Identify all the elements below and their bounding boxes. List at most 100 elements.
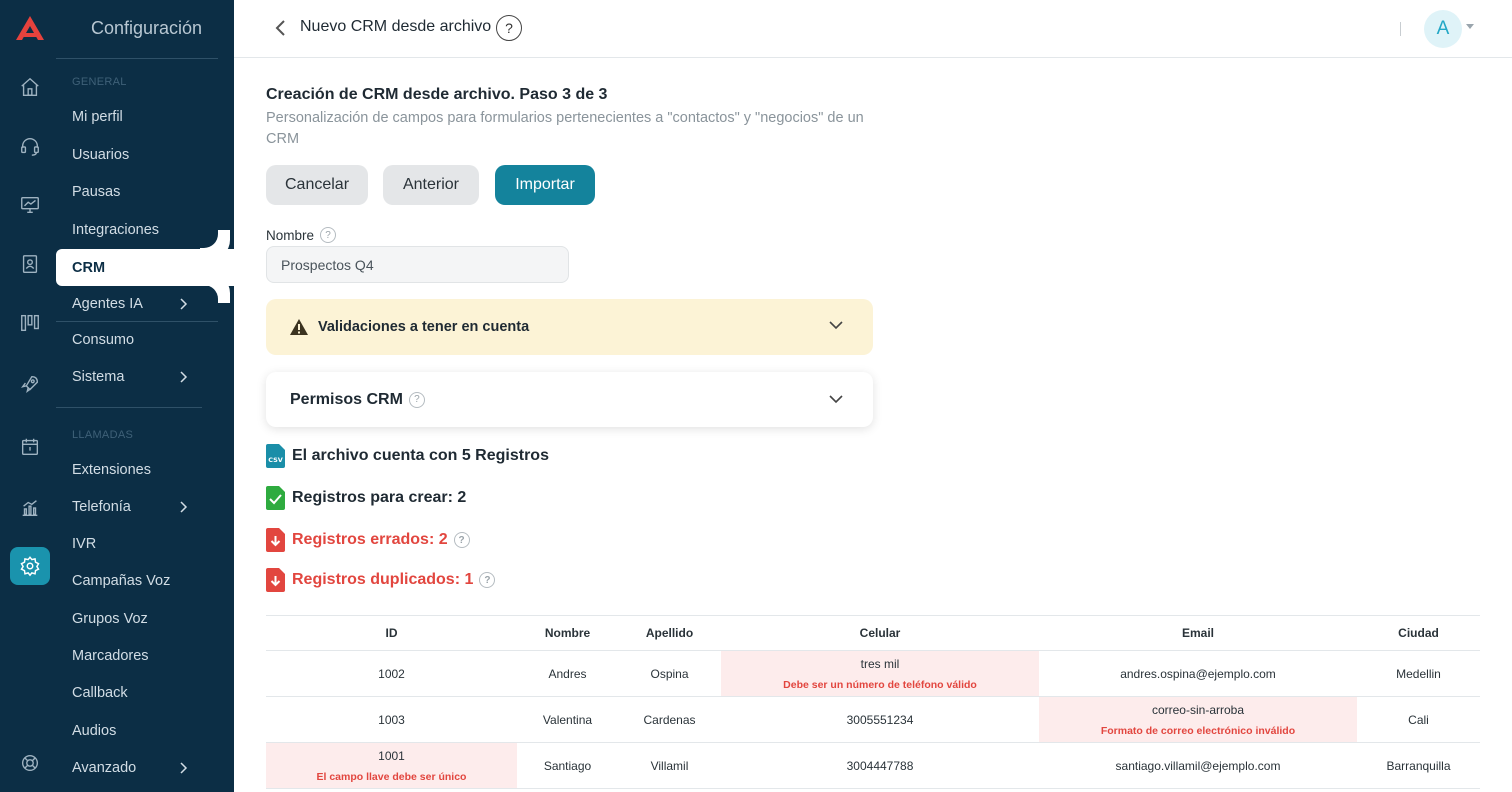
cell-error-message: Debe ser un número de teléfono válido [783, 678, 977, 691]
nav-item-consumo[interactable]: Consumo [56, 323, 218, 357]
nav-section-general: GENERAL [72, 76, 127, 88]
records-table: ID Nombre Apellido Celular Email Ciudad … [266, 615, 1480, 789]
nav-item-avanzado[interactable]: Avanzado [56, 751, 218, 785]
file-download-error-icon [266, 528, 285, 552]
nav-item-usuarios[interactable]: Usuarios [56, 138, 218, 172]
column-header: Celular [721, 615, 1039, 651]
table-row: 1001 El campo llave debe ser único Santi… [266, 742, 1480, 789]
validations-accordion[interactable]: Validaciones a tener en cuenta [266, 299, 873, 355]
help-lifebuoy-icon[interactable] [10, 744, 50, 782]
nav-item-label: Grupos Voz [72, 611, 148, 627]
app-logo-icon[interactable] [14, 14, 46, 42]
help-icon[interactable]: ? [479, 572, 496, 588]
nav-item-label: Callback [72, 685, 128, 701]
nav-item-campanas-voz[interactable]: Campañas Voz [56, 564, 218, 598]
chevron-right-icon [180, 501, 188, 513]
cell-error-message: Formato de correo electrónico inválido [1100, 724, 1296, 737]
step-title: Creación de CRM desde archivo. Paso 3 de… [266, 86, 608, 103]
stat-duplicates: Registros duplicados: 1 ? [266, 568, 496, 592]
settings-icon[interactable] [10, 547, 50, 585]
nav-item-integraciones[interactable]: Integraciones [56, 213, 218, 247]
table-row: 1003 Valentina Cardenas 3005551234 corre… [266, 696, 1480, 743]
nav-item-crm[interactable]: CRM [56, 249, 234, 286]
permissions-accordion[interactable]: Permisos CRM ? [266, 372, 873, 427]
top-header: Nuevo CRM desde archivo ? A [234, 0, 1512, 58]
nav-item-mi-perfil[interactable]: Mi perfil [56, 100, 218, 134]
column-header: Nombre [517, 615, 618, 651]
chevron-down-icon [829, 321, 843, 330]
caret-down-icon[interactable] [1466, 24, 1474, 29]
nav-item-label: Agentes IA [72, 296, 143, 312]
crm-name-input[interactable] [266, 246, 569, 283]
nav-item-label: Campañas Voz [72, 573, 171, 589]
table-row: 1002 Andres Ospina tres mil Debe ser un … [266, 650, 1480, 697]
nav-item-label: Pausas [72, 184, 121, 200]
cell-nombre: Andres [517, 650, 618, 697]
chevron-right-icon [180, 762, 188, 774]
nav-divider [56, 407, 202, 408]
nav-item-callback[interactable]: Callback [56, 676, 218, 710]
nav-item-marcadores[interactable]: Marcadores [56, 639, 218, 673]
icon-rail [0, 0, 60, 792]
cell-nombre: Santiago [517, 742, 618, 789]
home-icon[interactable] [10, 68, 50, 106]
stat-errors-text: Registros errados: 2 [292, 531, 448, 548]
name-field-label: Nombre ? [266, 227, 337, 243]
monitor-icon[interactable] [10, 186, 50, 224]
cell-email: santiago.villamil@ejemplo.com [1039, 742, 1357, 789]
help-icon[interactable]: ? [320, 227, 337, 243]
kanban-icon[interactable] [10, 304, 50, 342]
csv-file-icon: CSV [266, 444, 285, 468]
cell-celular-error: tres mil Debe ser un número de teléfono … [721, 650, 1039, 697]
headset-icon[interactable] [10, 127, 50, 165]
analytics-icon[interactable] [10, 489, 50, 527]
cell-apellido: Ospina [618, 650, 721, 697]
nav-item-pausas[interactable]: Pausas [56, 175, 218, 209]
nav-item-label: Sistema [72, 369, 125, 385]
stat-total-records: CSV El archivo cuenta con 5 Registros [266, 444, 549, 468]
cell-celular: 3005551234 [721, 696, 1039, 743]
cell-id-error: 1001 El campo llave debe ser único [266, 742, 517, 789]
back-arrow-icon[interactable] [274, 19, 288, 37]
help-button[interactable]: ? [496, 15, 522, 41]
rocket-icon[interactable] [10, 365, 50, 403]
cell-email-error: correo-sin-arroba Formato de correo elec… [1039, 696, 1357, 743]
sidebar: Configuración GENERAL Mi perfil Usuarios… [0, 0, 234, 792]
help-icon[interactable]: ? [408, 391, 425, 408]
stat-errors: Registros errados: 2 ? [266, 528, 470, 552]
nav-item-ivr[interactable]: IVR [56, 527, 218, 561]
nav-item-label: Consumo [72, 332, 135, 348]
cell-ciudad: Medellin [1357, 650, 1480, 697]
permissions-title: Permisos CRM [290, 390, 403, 408]
cell-nombre: Valentina [517, 696, 618, 743]
nav-item-label: Integraciones [72, 222, 160, 238]
file-download-error-icon [266, 568, 285, 592]
column-header: ID [266, 615, 517, 651]
user-avatar[interactable]: A [1424, 10, 1462, 48]
nav-item-agentes-ia[interactable]: Agentes IA [56, 287, 218, 321]
step-subtitle: Personalización de campos para formulari… [266, 110, 864, 147]
stat-to-create-text: Registros para crear: 2 [292, 489, 467, 506]
nav-item-extensiones[interactable]: Extensiones [56, 453, 218, 487]
nav-item-telefonia[interactable]: Telefonía [56, 490, 218, 524]
cell-ciudad: Cali [1357, 696, 1480, 743]
help-icon[interactable]: ? [453, 532, 470, 548]
import-button[interactable]: Importar [495, 165, 595, 205]
validations-title: Validaciones a tener en cuenta [318, 319, 530, 335]
nav-item-grupos-voz[interactable]: Grupos Voz [56, 602, 218, 636]
cell-value: correo-sin-arroba [1151, 702, 1245, 717]
previous-button[interactable]: Anterior [383, 165, 479, 205]
nav-item-audios[interactable]: Audios [56, 714, 218, 748]
warning-triangle-icon [290, 319, 308, 335]
cell-error-message: El campo llave debe ser único [316, 770, 467, 783]
contacts-book-icon[interactable] [10, 245, 50, 283]
cell-apellido: Cardenas [618, 696, 721, 743]
nav-title: Configuración [91, 18, 203, 38]
app-root: Configuración GENERAL Mi perfil Usuarios… [0, 0, 1512, 792]
nav-item-sistema[interactable]: Sistema [56, 360, 218, 394]
header-divider [1400, 22, 1401, 36]
calendar-icon[interactable] [10, 428, 50, 466]
cancel-button[interactable]: Cancelar [266, 165, 368, 205]
cell-value: 1001 [378, 748, 405, 763]
nav-divider [56, 321, 218, 322]
